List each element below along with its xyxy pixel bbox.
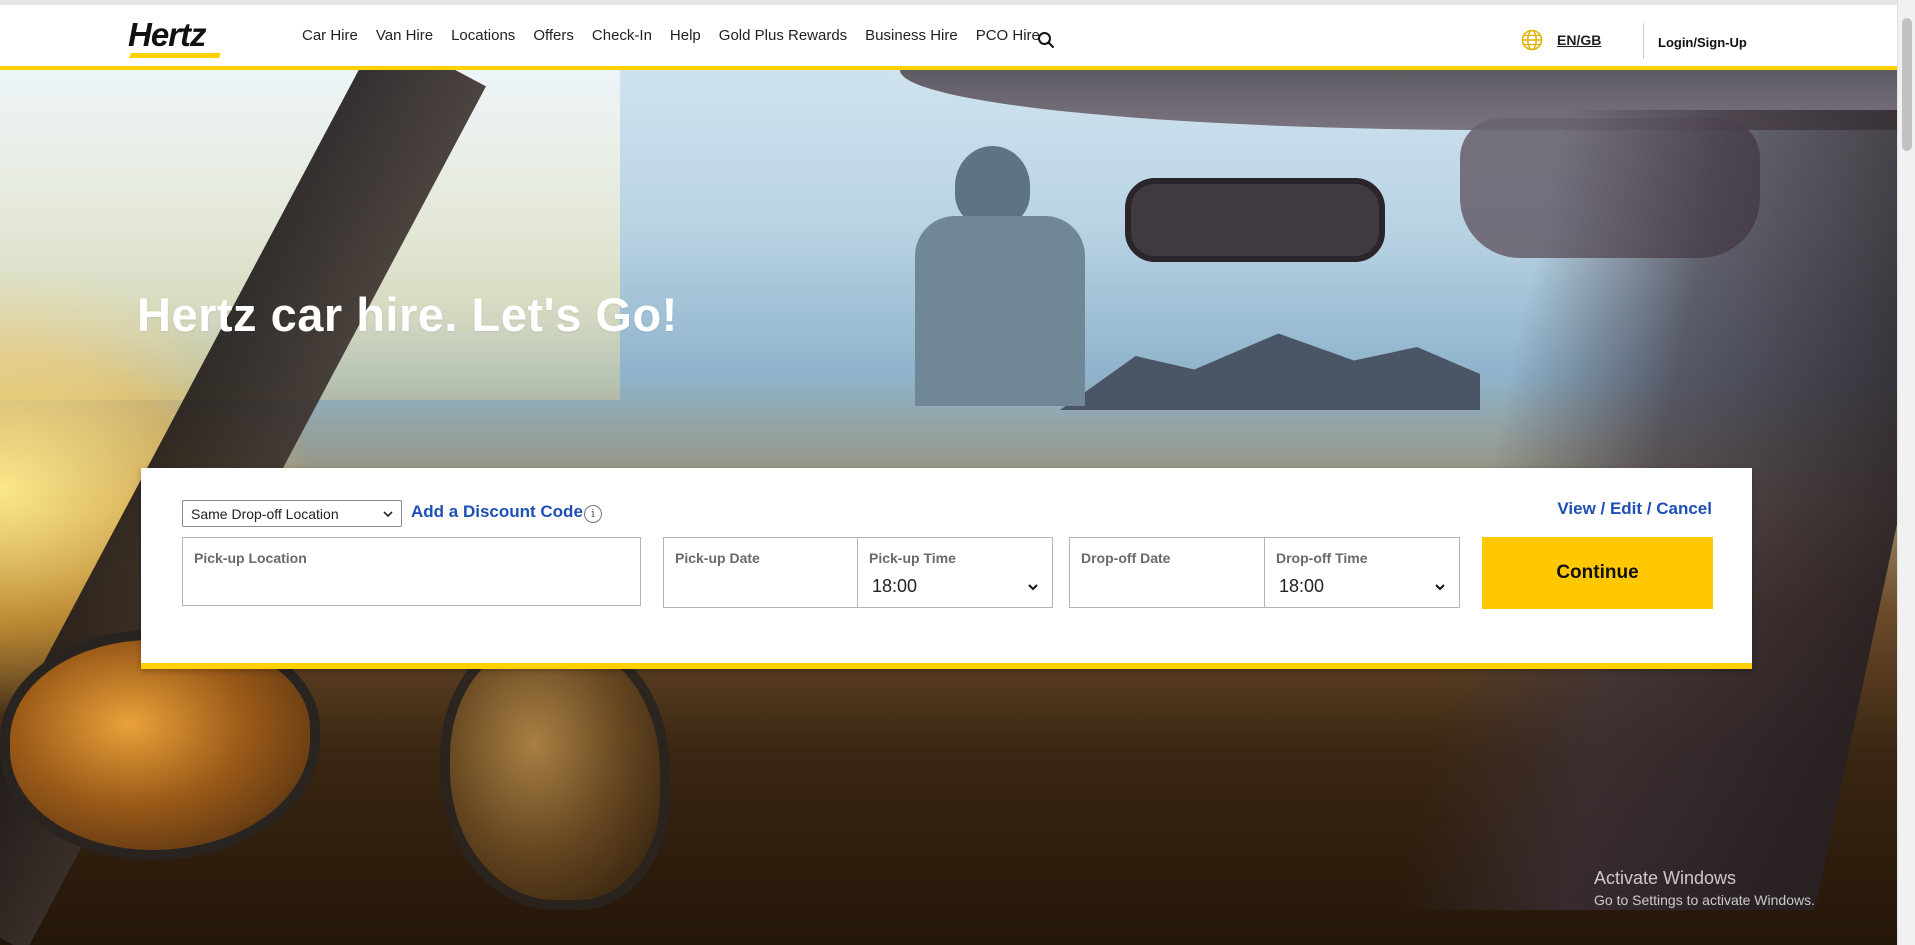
- dropoff-date-field[interactable]: Drop-off Date: [1069, 537, 1265, 608]
- pickup-time-value: 18:00: [872, 576, 918, 596]
- login-signup-link[interactable]: Login/Sign-Up: [1658, 35, 1747, 50]
- site-header: Hertz Car Hire Van Hire Locations Offers…: [0, 0, 1897, 70]
- main-nav: Car Hire Van Hire Locations Offers Check…: [302, 27, 1058, 44]
- dropoff-location-select[interactable]: Same Drop-off Location: [182, 500, 402, 527]
- language-selector[interactable]: EN/GB: [1521, 29, 1601, 51]
- pickup-location-label: Pick-up Location: [194, 550, 307, 566]
- search-icon[interactable]: [1037, 31, 1055, 49]
- info-icon[interactable]: i: [584, 505, 602, 523]
- hero-banner: Hertz car hire. Let's Go! Same Drop-off …: [0, 70, 1897, 945]
- nav-van-hire[interactable]: Van Hire: [376, 27, 433, 44]
- watermark-title: Activate Windows: [1594, 868, 1737, 888]
- nav-car-hire[interactable]: Car Hire: [302, 27, 358, 44]
- logo-text: Hertz: [128, 16, 207, 53]
- booking-widget: Same Drop-off Location Add a Discount Co…: [141, 468, 1752, 669]
- continue-button[interactable]: Continue: [1482, 537, 1713, 609]
- dropoff-date-label: Drop-off Date: [1081, 550, 1171, 566]
- globe-icon: [1521, 29, 1543, 51]
- scrollbar-thumb[interactable]: [1902, 18, 1912, 151]
- language-label: EN/GB: [1557, 32, 1602, 48]
- dropoff-time-select[interactable]: Drop-off Time 18:00: [1264, 537, 1460, 608]
- hero-person: [905, 146, 1095, 406]
- nav-gold-plus-rewards[interactable]: Gold Plus Rewards: [719, 27, 847, 44]
- pickup-time-label: Pick-up Time: [869, 550, 956, 566]
- chevron-down-icon: [1028, 584, 1038, 591]
- header-divider: [1643, 23, 1644, 59]
- watermark-subtitle: Go to Settings to activate Windows.: [1594, 892, 1815, 908]
- windows-activation-watermark: Activate Windows Go to Settings to activ…: [1594, 868, 1815, 908]
- pickup-location-field[interactable]: Pick-up Location: [182, 537, 641, 606]
- pickup-time-select[interactable]: Pick-up Time 18:00: [857, 537, 1053, 608]
- hero-side-mirror-reflection: [440, 630, 670, 910]
- pickup-date-label: Pick-up Date: [675, 550, 760, 566]
- pickup-date-field[interactable]: Pick-up Date: [663, 537, 858, 608]
- view-edit-cancel-link[interactable]: View / Edit / Cancel: [1557, 499, 1712, 519]
- nav-offers[interactable]: Offers: [533, 27, 574, 44]
- nav-pco-hire[interactable]: PCO Hire: [976, 27, 1040, 44]
- chevron-down-icon: [383, 510, 393, 517]
- hero-rearview-mirror: [1125, 178, 1385, 262]
- dropoff-select-value: Same Drop-off Location: [191, 505, 339, 522]
- dropoff-time-label: Drop-off Time: [1276, 550, 1368, 566]
- add-discount-code-link[interactable]: Add a Discount Code: [411, 502, 583, 522]
- dropoff-time-value: 18:00: [1279, 576, 1325, 596]
- chevron-down-icon: [1435, 584, 1445, 591]
- logo-underline: [129, 53, 221, 58]
- nav-business-hire[interactable]: Business Hire: [865, 27, 958, 44]
- hero-mountains: [1060, 333, 1480, 410]
- hertz-logo[interactable]: Hertz: [128, 16, 221, 60]
- nav-locations[interactable]: Locations: [451, 27, 515, 44]
- hero-title: Hertz car hire. Let's Go!: [137, 288, 678, 341]
- nav-help[interactable]: Help: [670, 27, 701, 44]
- nav-check-in[interactable]: Check-In: [592, 27, 652, 44]
- page-scrollbar[interactable]: [1897, 0, 1915, 945]
